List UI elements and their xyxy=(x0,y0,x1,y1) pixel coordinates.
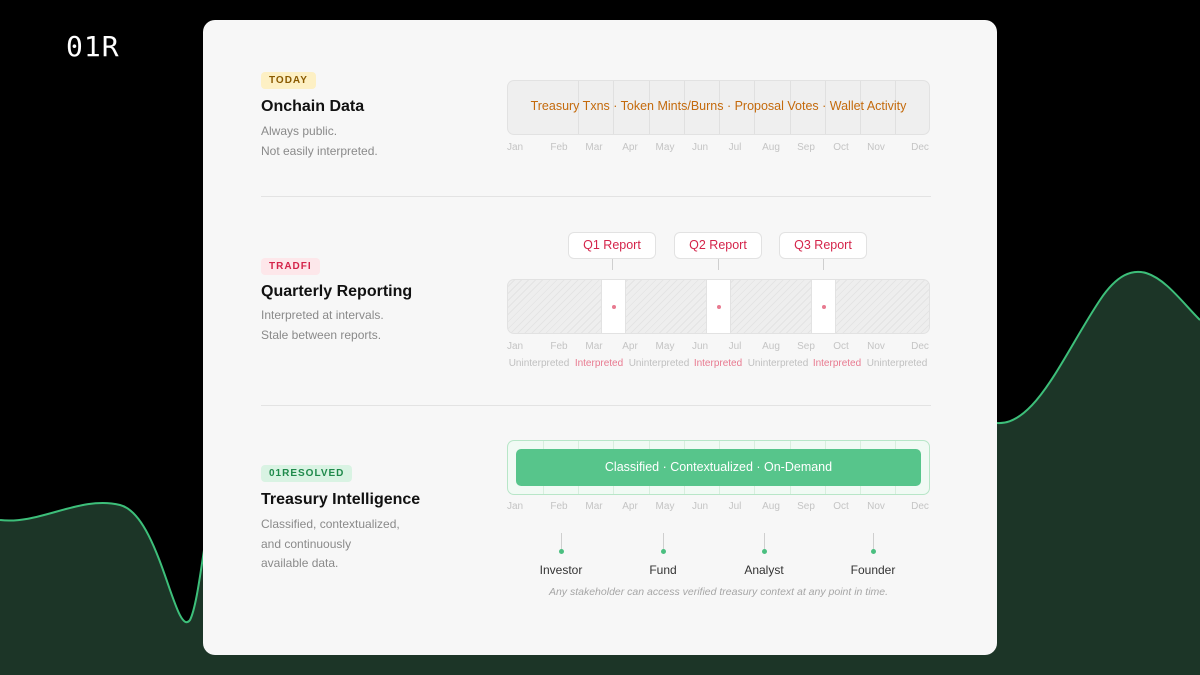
report-dot xyxy=(716,304,721,309)
section-description: Always public. Not easily interpreted. xyxy=(261,124,378,158)
q2-report-tag: Q2 Report xyxy=(674,232,762,259)
intelligence-fill-label: Classified · Contextualized · On-Demand xyxy=(516,449,921,486)
stakeholder-dot xyxy=(660,549,666,554)
report-connector xyxy=(718,259,719,270)
stakeholder-footnote: Any stakeholder can access verified trea… xyxy=(548,586,889,598)
month-label: Aug xyxy=(762,341,780,352)
month-label: Jun xyxy=(691,501,709,512)
segment-label-uninterpreted: Uninterpreted xyxy=(866,358,928,369)
month-label: Sep xyxy=(797,501,815,512)
comparison-card: TODAY Onchain Data Always public. Not ea… xyxy=(203,20,997,655)
treasury-intelligence-bar: Classified · Contextualized · On-Demand xyxy=(507,440,930,495)
month-label: Mar xyxy=(585,501,603,512)
month-axis: Jan Feb Mar Apr May Jun Jul Aug Sep Oct … xyxy=(507,341,930,355)
report-connector xyxy=(612,259,613,270)
section-divider xyxy=(261,405,931,406)
report-dot xyxy=(611,304,616,309)
brand-logo: 01R xyxy=(66,30,120,63)
segment-label-uninterpreted: Uninterpreted xyxy=(508,358,570,369)
badge-tradfi: TRADFI xyxy=(261,258,320,275)
segment-label-uninterpreted: Uninterpreted xyxy=(747,358,809,369)
section-title: Onchain Data xyxy=(261,98,365,115)
month-label: Aug xyxy=(762,501,780,512)
section-description: Classified, contextualized, and continuo… xyxy=(261,517,400,570)
section-treasury-intelligence: 01RESOLVED Treasury Intelligence Classif… xyxy=(261,440,931,630)
month-label: Apr xyxy=(622,341,638,352)
section-title: Quarterly Reporting xyxy=(261,283,413,300)
badge-01resolved: 01RESOLVED xyxy=(261,465,353,482)
month-label: May xyxy=(655,501,675,512)
month-label: Feb xyxy=(550,142,568,153)
segment-label-interpreted: Interpreted xyxy=(574,358,624,369)
stakeholder-investor: Investor xyxy=(511,533,611,581)
q3-report-tag: Q3 Report xyxy=(779,232,867,259)
month-label: Jul xyxy=(728,341,742,352)
month-label: May xyxy=(655,341,675,352)
interpreted-window xyxy=(706,280,731,333)
section-title: Treasury Intelligence xyxy=(261,491,421,508)
segment-label-interpreted: Interpreted xyxy=(812,358,862,369)
onchain-bar-label: Treasury Txns · Token Mints/Burns · Prop… xyxy=(530,99,907,113)
month-label: Oct xyxy=(833,501,849,512)
section-description: Interpreted at intervals. Stale between … xyxy=(261,308,384,342)
month-label: Nov xyxy=(867,142,885,153)
section-quarterly-reporting: TRADFI Quarterly Reporting Interpreted a… xyxy=(261,232,931,404)
month-label: Jun xyxy=(691,142,709,153)
month-label: Dec xyxy=(911,142,929,153)
section-divider xyxy=(261,196,931,197)
month-label: Oct xyxy=(833,142,849,153)
month-label: Jul xyxy=(728,142,742,153)
month-label: May xyxy=(655,142,675,153)
month-label: Nov xyxy=(867,501,885,512)
month-label: Apr xyxy=(622,142,638,153)
section-onchain-data: TODAY Onchain Data Always public. Not ea… xyxy=(261,72,931,196)
segment-label-interpreted: Interpreted xyxy=(693,358,743,369)
month-label: Mar xyxy=(585,142,603,153)
month-label: Oct xyxy=(833,341,849,352)
month-axis: Jan Feb Mar Apr May Jun Jul Aug Sep Oct … xyxy=(507,501,930,515)
month-label: Sep xyxy=(797,341,815,352)
stakeholder-fund: Fund xyxy=(613,533,713,581)
report-connector xyxy=(823,259,824,270)
month-label: Apr xyxy=(622,501,638,512)
month-axis: Jan Feb Mar Apr May Jun Jul Aug Sep Oct … xyxy=(507,142,930,156)
interpreted-window xyxy=(811,280,836,333)
month-label: Jan xyxy=(506,501,524,512)
month-label: Sep xyxy=(797,142,815,153)
stakeholder-analyst: Analyst xyxy=(714,533,814,581)
quarterly-reporting-bar xyxy=(507,279,930,334)
month-label: Jan xyxy=(506,341,524,352)
month-label: Jan xyxy=(506,142,524,153)
month-label: Jun xyxy=(691,341,709,352)
month-label: Aug xyxy=(762,142,780,153)
month-label: Feb xyxy=(550,341,568,352)
report-dot xyxy=(821,304,826,309)
stakeholder-dot xyxy=(558,549,564,554)
interpreted-window xyxy=(601,280,626,333)
onchain-activity-bar: Treasury Txns · Token Mints/Burns · Prop… xyxy=(507,80,930,135)
month-label: Jul xyxy=(728,501,742,512)
month-label: Feb xyxy=(550,501,568,512)
q1-report-tag: Q1 Report xyxy=(568,232,656,259)
month-label: Dec xyxy=(911,501,929,512)
stakeholder-founder: Founder xyxy=(823,533,923,581)
segment-label-uninterpreted: Uninterpreted xyxy=(628,358,690,369)
month-label: Nov xyxy=(867,341,885,352)
stakeholder-dot xyxy=(761,549,767,554)
badge-today: TODAY xyxy=(261,72,316,89)
stakeholder-dot xyxy=(870,549,876,554)
month-label: Dec xyxy=(911,341,929,352)
month-label: Mar xyxy=(585,341,603,352)
